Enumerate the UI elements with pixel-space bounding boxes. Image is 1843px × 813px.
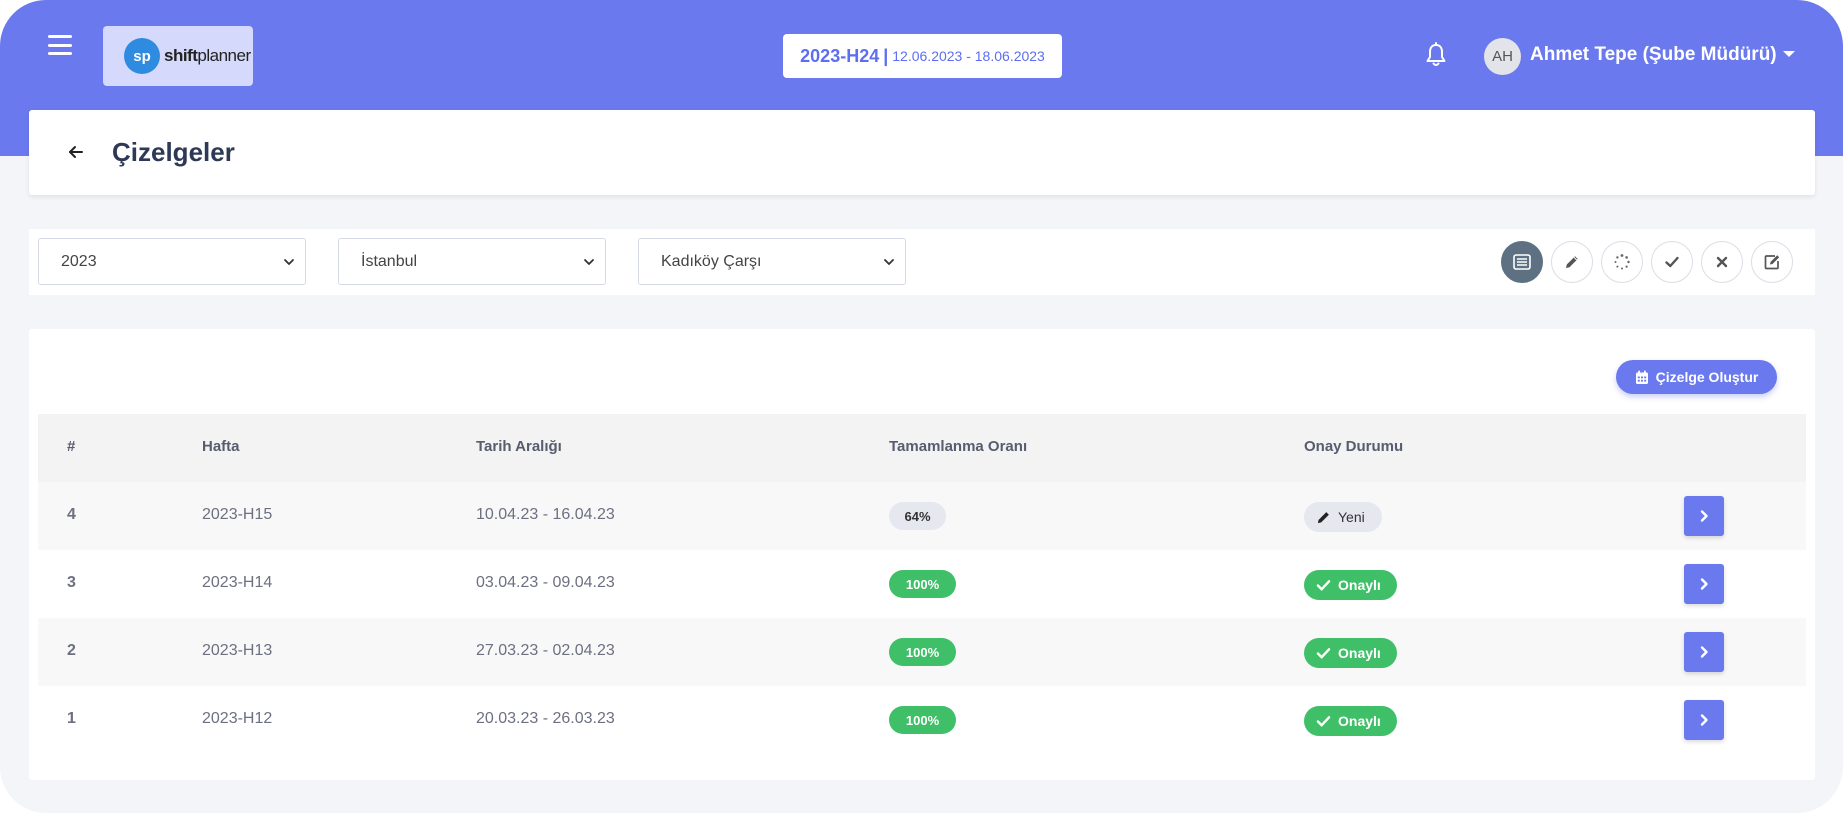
filter-pending-button[interactable] bbox=[1601, 241, 1643, 283]
table-header: # Hafta Tarih Aralığı Tamamlanma Oranı O… bbox=[38, 414, 1806, 482]
table-row: 4 2023-H15 10.04.23 - 16.04.23 64% Yeni bbox=[38, 482, 1806, 550]
row-number: 4 bbox=[67, 506, 76, 523]
row-number: 3 bbox=[67, 574, 76, 591]
completion-badge: 100% bbox=[889, 638, 956, 666]
check-icon bbox=[1316, 715, 1331, 726]
row-week: 2023-H12 bbox=[202, 710, 273, 727]
chevron-down-icon bbox=[284, 259, 294, 265]
status-badge: Onaylı bbox=[1304, 570, 1397, 600]
pencil-icon bbox=[1317, 511, 1329, 523]
city-select[interactable]: İstanbul bbox=[338, 238, 606, 285]
completion-badge: 100% bbox=[889, 706, 956, 734]
status-badge: Onaylı bbox=[1304, 638, 1397, 668]
page-header-card: Çizelgeler bbox=[29, 110, 1815, 195]
create-schedule-label: Çizelge Oluştur bbox=[1655, 369, 1759, 385]
column-header-approval: Onay Durumu bbox=[1304, 438, 1404, 455]
open-schedule-button[interactable] bbox=[1684, 700, 1724, 740]
create-schedule-button[interactable]: Çizelge Oluştur bbox=[1616, 360, 1777, 394]
week-code: 2023-H24 bbox=[800, 45, 880, 66]
user-name[interactable]: Ahmet Tepe (Şube Müdürü) bbox=[1530, 44, 1777, 66]
status-label: Onaylı bbox=[1338, 577, 1381, 593]
open-schedule-button[interactable] bbox=[1684, 564, 1724, 604]
status-label: Onaylı bbox=[1338, 713, 1381, 729]
page-title: Çizelgeler bbox=[112, 137, 235, 167]
filter-bar: 2023 İstanbul Kadıköy Çarşı bbox=[29, 229, 1815, 295]
chevron-down-icon[interactable] bbox=[1783, 51, 1795, 57]
hamburger-icon[interactable] bbox=[48, 35, 72, 55]
schedule-table-card: Çizelge Oluştur # Hafta Tarih Aralığı Ta… bbox=[29, 329, 1815, 780]
bell-icon[interactable] bbox=[1424, 42, 1448, 68]
chevron-right-icon bbox=[1700, 510, 1708, 522]
row-date-range: 20.03.23 - 26.03.23 bbox=[476, 710, 615, 727]
column-header-week: Hafta bbox=[202, 438, 240, 455]
row-number: 2 bbox=[67, 642, 76, 659]
chevron-down-icon bbox=[884, 259, 894, 265]
filter-edited-button[interactable] bbox=[1551, 241, 1593, 283]
chevron-right-icon bbox=[1700, 714, 1708, 726]
column-header-date-range: Tarih Aralığı bbox=[476, 438, 562, 455]
filter-rejected-button[interactable] bbox=[1701, 241, 1743, 283]
filter-approved-button[interactable] bbox=[1651, 241, 1693, 283]
year-select-value: 2023 bbox=[61, 252, 97, 270]
pencil-icon bbox=[1566, 256, 1578, 268]
table-row: 1 2023-H12 20.03.23 - 26.03.23 100% Onay… bbox=[38, 686, 1806, 754]
list-view-button[interactable] bbox=[1501, 241, 1543, 283]
table-row: 2 2023-H13 27.03.23 - 02.04.23 100% Onay… bbox=[38, 618, 1806, 686]
app-frame: sp shiftplanner 2023-H24 | 12.06.2023 - … bbox=[0, 0, 1843, 813]
status-badge: Yeni bbox=[1304, 502, 1382, 532]
year-select[interactable]: 2023 bbox=[38, 238, 306, 285]
chevron-right-icon bbox=[1700, 646, 1708, 658]
row-date-range: 10.04.23 - 16.04.23 bbox=[476, 506, 615, 523]
check-icon bbox=[1316, 647, 1331, 658]
app-logo[interactable]: sp shiftplanner bbox=[103, 26, 253, 86]
row-week: 2023-H13 bbox=[202, 642, 273, 659]
list-view-icon bbox=[1513, 254, 1531, 270]
row-date-range: 03.04.23 - 09.04.23 bbox=[476, 574, 615, 591]
week-separator: | bbox=[883, 45, 889, 66]
branch-select-value: Kadıköy Çarşı bbox=[661, 252, 762, 270]
city-select-value: İstanbul bbox=[361, 252, 418, 270]
completion-badge: 100% bbox=[889, 570, 956, 598]
branch-select[interactable]: Kadıköy Çarşı bbox=[638, 238, 906, 285]
completion-badge: 64% bbox=[889, 502, 946, 530]
check-icon bbox=[1665, 256, 1679, 268]
close-icon bbox=[1716, 256, 1728, 268]
row-week: 2023-H14 bbox=[202, 574, 273, 591]
filter-draft-button[interactable] bbox=[1751, 241, 1793, 283]
week-date-range: 12.06.2023 - 18.06.2023 bbox=[892, 48, 1045, 64]
open-schedule-button[interactable] bbox=[1684, 496, 1724, 536]
row-date-range: 27.03.23 - 02.04.23 bbox=[476, 642, 615, 659]
logo-wordmark: shiftplanner bbox=[164, 46, 251, 65]
status-badge: Onaylı bbox=[1304, 706, 1397, 736]
open-schedule-button[interactable] bbox=[1684, 632, 1724, 672]
back-arrow-icon[interactable] bbox=[66, 142, 86, 162]
row-number: 1 bbox=[67, 710, 76, 727]
calendar-icon bbox=[1635, 370, 1648, 384]
column-header-number: # bbox=[67, 438, 76, 455]
status-label: Yeni bbox=[1338, 509, 1365, 525]
table-row: 3 2023-H14 03.04.23 - 09.04.23 100% Onay… bbox=[38, 550, 1806, 618]
current-week-indicator[interactable]: 2023-H24 | 12.06.2023 - 18.06.2023 bbox=[783, 34, 1062, 78]
status-label: Onaylı bbox=[1338, 645, 1381, 661]
edit-square-icon bbox=[1764, 255, 1780, 270]
avatar[interactable]: AH bbox=[1484, 38, 1521, 75]
check-icon bbox=[1316, 579, 1331, 590]
loading-spinner-icon bbox=[1614, 254, 1630, 270]
column-header-completion: Tamamlanma Oranı bbox=[889, 438, 1028, 455]
chevron-right-icon bbox=[1700, 578, 1708, 590]
row-week: 2023-H15 bbox=[202, 506, 273, 523]
chevron-down-icon bbox=[584, 259, 594, 265]
logo-mark: sp bbox=[124, 38, 160, 74]
